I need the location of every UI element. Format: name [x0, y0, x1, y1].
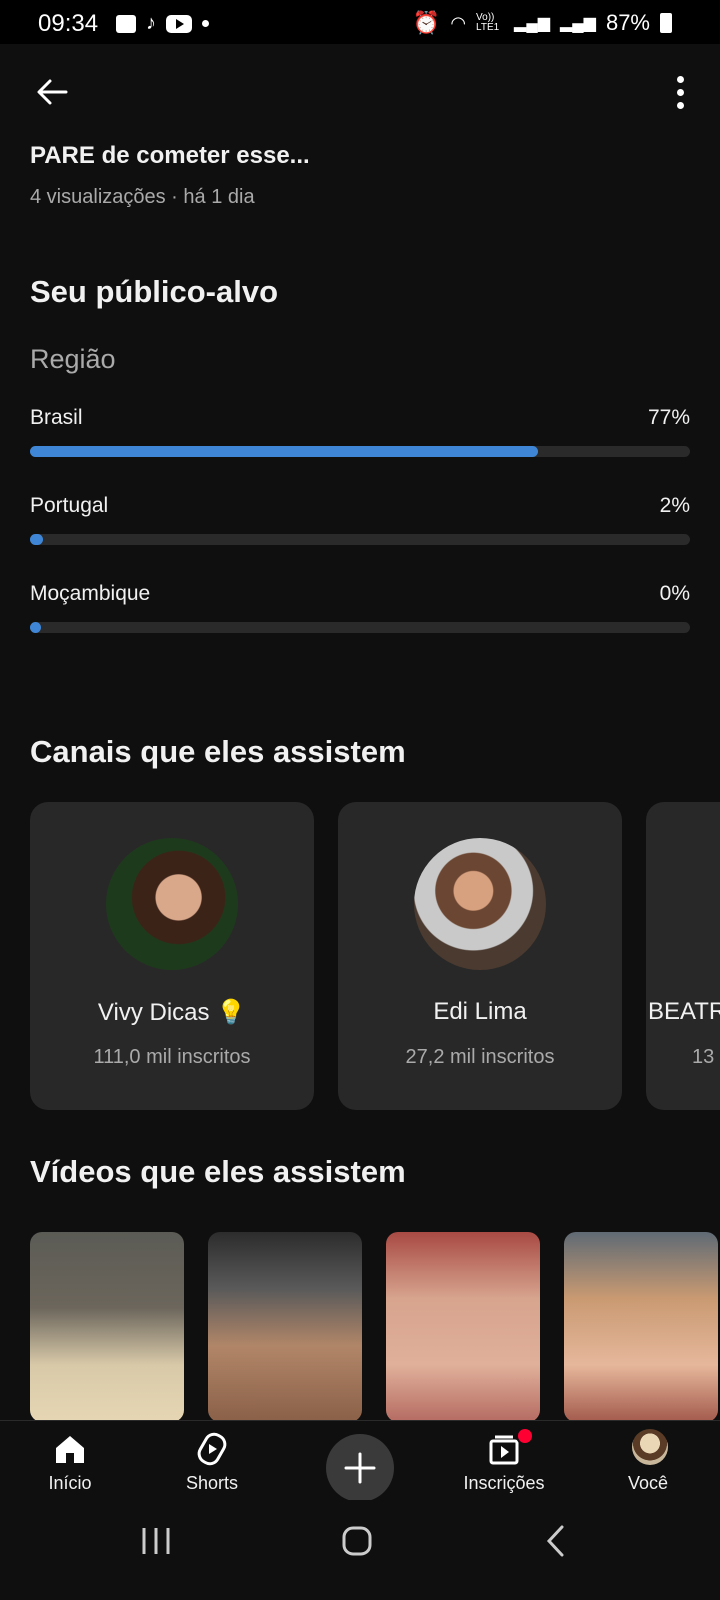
- gallery-icon: [116, 14, 136, 33]
- region-row: Moçambique 0%: [30, 582, 690, 642]
- audience-heading: Seu público-alvo: [30, 274, 279, 309]
- youtube-icon: [166, 14, 192, 33]
- channel-subscribers: 13: [692, 1046, 715, 1068]
- video-thumbnail[interactable]: [208, 1232, 362, 1422]
- battery-icon: [660, 13, 672, 33]
- video-thumbnail[interactable]: [564, 1232, 718, 1422]
- status-time: 09:34: [38, 10, 99, 37]
- top-bar: [0, 44, 720, 136]
- video-thumbnail[interactable]: [30, 1232, 184, 1422]
- region-percent: 2%: [659, 494, 690, 517]
- nav-subscriptions[interactable]: Inscrições: [444, 1421, 564, 1501]
- channel-card[interactable]: Edi Lima 27,2 mil inscritos: [338, 802, 622, 1110]
- region-name: Portugal: [30, 494, 109, 517]
- region-row: Brasil 77%: [30, 406, 690, 466]
- status-system-icons: ⏰ ◠ Vo)) LTE1 ▂▄▆ ▂▄▆ 87%: [413, 10, 672, 36]
- channel-card[interactable]: Vivy Dicas 💡 111,0 mil inscritos: [30, 802, 314, 1110]
- alarm-icon: ⏰: [412, 10, 441, 35]
- region-name: Brasil: [30, 406, 83, 429]
- tiktok-icon: ♪: [146, 12, 156, 34]
- more-notifications-icon: [202, 20, 209, 27]
- videos-heading: Vídeos que eles assistem: [30, 1154, 406, 1189]
- shorts-icon: [197, 1432, 227, 1466]
- home-system-button[interactable]: [340, 1524, 374, 1558]
- channel-avatar: [106, 838, 238, 970]
- video-title: PARE de cometer esse...: [30, 142, 310, 169]
- region-bar-fill: [30, 446, 539, 457]
- more-options-button[interactable]: [670, 70, 690, 114]
- network-label: Vo)) LTE1: [476, 12, 500, 33]
- region-label: Região: [30, 344, 116, 374]
- status-bar: 09:34 ♪ ⏰ ◠ Vo)) LTE1 ▂▄▆ ▂▄▆ 87%: [0, 0, 720, 44]
- nav-you-label: Você: [627, 1473, 669, 1493]
- channel-name: Vivy Dicas 💡: [97, 999, 247, 1026]
- dot: [676, 88, 684, 96]
- nav-home-label: Início: [48, 1473, 92, 1493]
- nav-subscriptions-label: Inscrições: [463, 1473, 545, 1493]
- region-bar-track: [30, 622, 690, 633]
- back-system-button[interactable]: [544, 1524, 568, 1558]
- signal-icon: ▂▄▆: [514, 15, 550, 32]
- channel-card[interactable]: BEATR 13: [646, 802, 720, 1110]
- region-name: Moçambique: [30, 582, 151, 605]
- channel-name: Edi Lima: [433, 998, 527, 1025]
- recent-apps-icon: [142, 1528, 170, 1554]
- region-row: Portugal 2%: [30, 494, 690, 554]
- recent-apps-button[interactable]: [138, 1526, 174, 1556]
- bottom-navigation: Início Shorts Inscrições Você: [0, 1420, 720, 1502]
- nav-shorts-label: Shorts: [185, 1473, 239, 1493]
- channels-carousel[interactable]: Vivy Dicas 💡 111,0 mil inscritos Edi Lim…: [30, 802, 720, 1112]
- back-chevron-icon: [546, 1525, 564, 1557]
- create-button[interactable]: [326, 1434, 394, 1502]
- battery-percent: 87%: [605, 10, 650, 35]
- channel-subscribers: 27,2 mil inscritos: [405, 1046, 555, 1068]
- video-thumbnail[interactable]: [386, 1232, 540, 1422]
- channel-avatar: [414, 838, 546, 970]
- region-percent: 0%: [659, 582, 690, 605]
- plus-icon: [344, 1452, 376, 1484]
- region-bar-track: [30, 446, 690, 457]
- region-bar-fill: [30, 534, 44, 545]
- avatar: [632, 1429, 668, 1465]
- back-arrow-icon: [37, 79, 68, 105]
- home-icon: [56, 1436, 84, 1463]
- region-percent: 77%: [647, 406, 690, 429]
- region-bar-track: [30, 534, 690, 545]
- nav-shorts[interactable]: Shorts: [152, 1421, 272, 1501]
- signal-icon-2: ▂▄▆: [560, 15, 596, 32]
- status-notification-icons: ♪: [116, 12, 209, 35]
- video-meta: 4 visualizações · há 1 dia: [30, 186, 255, 208]
- dot: [676, 101, 684, 109]
- back-button[interactable]: [30, 70, 74, 114]
- wifi-icon: ◠: [450, 12, 467, 33]
- dot: [676, 75, 684, 83]
- nav-home[interactable]: Início: [10, 1421, 130, 1501]
- nav-you[interactable]: Você: [588, 1421, 708, 1501]
- system-navigation: [0, 1500, 720, 1600]
- channels-heading: Canais que eles assistem: [30, 734, 406, 769]
- channel-name: BEATR: [648, 998, 720, 1025]
- channel-subscribers: 111,0 mil inscritos: [93, 1046, 251, 1068]
- notification-dot: [516, 1427, 534, 1445]
- region-bar-fill: [30, 622, 41, 633]
- home-circle-icon: [342, 1526, 372, 1556]
- videos-carousel[interactable]: [30, 1232, 720, 1422]
